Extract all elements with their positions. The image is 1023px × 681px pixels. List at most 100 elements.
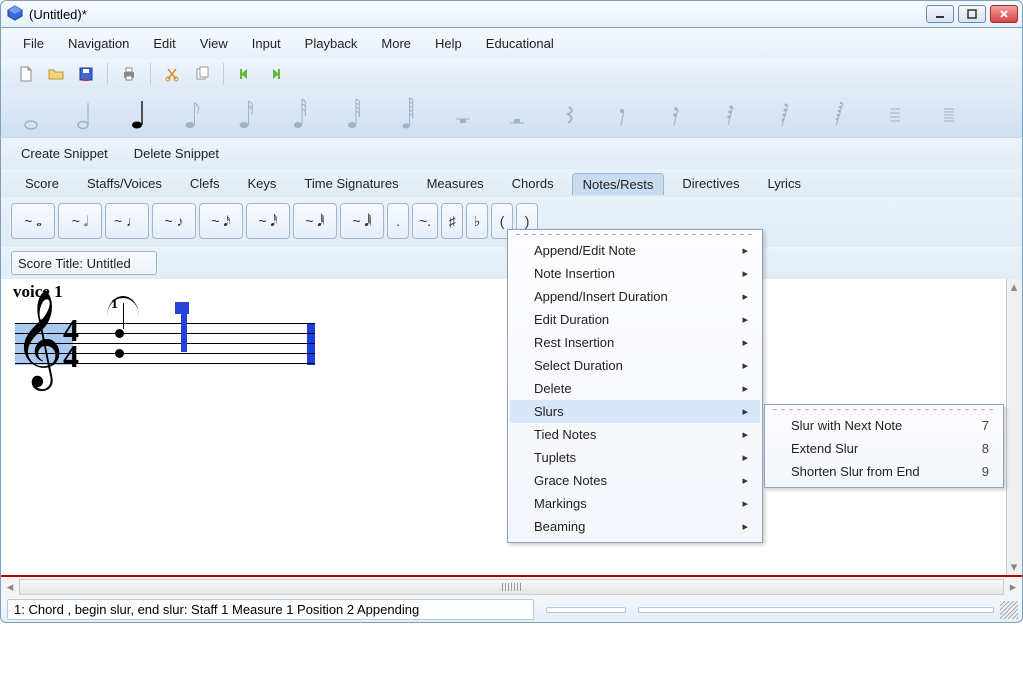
- menu-educational[interactable]: Educational: [478, 34, 562, 53]
- pal-whole[interactable]: ~ 𝅝: [11, 203, 55, 239]
- dur-rest-128th[interactable]: [829, 95, 853, 131]
- tab-directives[interactable]: Directives: [672, 173, 749, 195]
- dur-extra-2[interactable]: [937, 95, 961, 131]
- vertical-scrollbar[interactable]: ▴ ▾: [1006, 279, 1022, 575]
- dur-64th[interactable]: [343, 95, 367, 131]
- dur-rest-8th[interactable]: [613, 95, 637, 131]
- app-icon: [7, 5, 23, 24]
- insert-cursor-head[interactable]: [175, 302, 189, 314]
- tab-chords[interactable]: Chords: [502, 173, 564, 195]
- menu-delete[interactable]: Delete▸: [510, 377, 760, 400]
- menu-more[interactable]: More: [373, 34, 419, 53]
- tab-staffs-voices[interactable]: Staffs/Voices: [77, 173, 172, 195]
- pal-16th[interactable]: ~ 𝅘𝅥𝅯: [199, 203, 243, 239]
- tab-time-signatures[interactable]: Time Signatures: [294, 173, 408, 195]
- scroll-down-icon[interactable]: ▾: [1007, 559, 1021, 575]
- dur-128th[interactable]: [397, 95, 421, 131]
- window-title: (Untitled)*: [29, 7, 87, 22]
- minimize-button[interactable]: [926, 5, 954, 23]
- submenu-shortcut: 9: [982, 464, 989, 479]
- dur-rest-16th[interactable]: [667, 95, 691, 131]
- print-icon[interactable]: [118, 63, 140, 85]
- pal-half[interactable]: ~ 𝅗𝅥: [58, 203, 102, 239]
- cut-icon[interactable]: [161, 63, 183, 85]
- menu-select-duration[interactable]: Select Duration▸: [510, 354, 760, 377]
- staff[interactable]: 𝄞 4 4 1: [15, 305, 325, 385]
- submenu-slur-with-next[interactable]: Slur with Next Note 7: [767, 414, 1001, 437]
- create-snippet-button[interactable]: Create Snippet: [15, 144, 114, 163]
- menu-help[interactable]: Help: [427, 34, 470, 53]
- dur-16th[interactable]: [235, 95, 259, 131]
- save-file-icon[interactable]: [75, 63, 97, 85]
- submenu-shorten-slur[interactable]: Shorten Slur from End 9: [767, 460, 1001, 483]
- pal-eighth[interactable]: ~ ♪: [152, 203, 196, 239]
- menu-slurs[interactable]: Slurs▸: [510, 400, 760, 423]
- dur-rest-whole[interactable]: [451, 95, 475, 131]
- pal-tilde-dot[interactable]: ~.: [412, 203, 438, 239]
- pal-quarter[interactable]: ~ ♩: [105, 203, 149, 239]
- tab-measures[interactable]: Measures: [417, 173, 494, 195]
- pal-128th[interactable]: ~ 𝅘𝅥𝅲: [340, 203, 384, 239]
- tab-clefs[interactable]: Clefs: [180, 173, 230, 195]
- prev-icon[interactable]: [234, 63, 256, 85]
- maximize-button[interactable]: [958, 5, 986, 23]
- tab-lyrics[interactable]: Lyrics: [757, 173, 810, 195]
- tab-keys[interactable]: Keys: [238, 173, 287, 195]
- menu-markings[interactable]: Markings▸: [510, 492, 760, 515]
- copy-icon[interactable]: [191, 63, 213, 85]
- menu-playback[interactable]: Playback: [297, 34, 366, 53]
- menu-append-edit-note[interactable]: Append/Edit Note▸: [510, 239, 760, 262]
- menu-edit-duration[interactable]: Edit Duration▸: [510, 308, 760, 331]
- next-icon[interactable]: [264, 63, 286, 85]
- snippet-bar: Create Snippet Delete Snippet: [0, 137, 1023, 169]
- pal-flat[interactable]: ♭: [466, 203, 488, 239]
- dur-whole[interactable]: [19, 95, 43, 131]
- resize-grip-icon[interactable]: [1000, 601, 1018, 619]
- dur-eighth[interactable]: [181, 95, 205, 131]
- menu-edit[interactable]: Edit: [145, 34, 183, 53]
- submenu-shortcut: 8: [982, 441, 989, 456]
- note-head-2[interactable]: [115, 349, 124, 358]
- menu-file[interactable]: File: [15, 34, 52, 53]
- menu-note-insertion[interactable]: Note Insertion▸: [510, 262, 760, 285]
- note-head-1[interactable]: [115, 329, 124, 338]
- open-file-icon[interactable]: [45, 63, 67, 85]
- pal-32nd[interactable]: ~ 𝅘𝅥𝅰: [246, 203, 290, 239]
- horizontal-scrollbar[interactable]: [19, 579, 1004, 595]
- menu-tuplets[interactable]: Tuplets▸: [510, 446, 760, 469]
- dur-quarter[interactable]: [127, 95, 151, 131]
- score-title-input[interactable]: [11, 251, 157, 275]
- tab-notes-rests[interactable]: Notes/Rests: [572, 173, 665, 195]
- menu-navigation[interactable]: Navigation: [60, 34, 137, 53]
- new-file-icon[interactable]: [15, 63, 37, 85]
- title-bar: (Untitled)*: [0, 0, 1023, 28]
- menu-append-insert-duration[interactable]: Append/Insert Duration▸: [510, 285, 760, 308]
- menu-input[interactable]: Input: [244, 34, 289, 53]
- menu-grace-notes[interactable]: Grace Notes▸: [510, 469, 760, 492]
- pal-sharp[interactable]: ♯: [441, 203, 463, 239]
- menu-beaming[interactable]: Beaming▸: [510, 515, 760, 538]
- delete-snippet-button[interactable]: Delete Snippet: [128, 144, 225, 163]
- pal-64th[interactable]: ~ 𝅘𝅥𝅱: [293, 203, 337, 239]
- dur-32nd[interactable]: [289, 95, 313, 131]
- note-stem-1: [123, 303, 124, 329]
- scroll-left-icon[interactable]: ◂: [1, 579, 19, 595]
- slurs-submenu[interactable]: Slur with Next Note 7 Extend Slur 8 Shor…: [764, 404, 1004, 488]
- dur-rest-32nd[interactable]: [721, 95, 745, 131]
- dur-rest-64th[interactable]: [775, 95, 799, 131]
- pal-dot[interactable]: .: [387, 203, 409, 239]
- scroll-up-icon[interactable]: ▴: [1007, 279, 1021, 295]
- dur-rest-quarter[interactable]: [559, 95, 583, 131]
- menu-tied-notes[interactable]: Tied Notes▸: [510, 423, 760, 446]
- scroll-right-icon[interactable]: ▸: [1004, 579, 1022, 595]
- submenu-extend-slur[interactable]: Extend Slur 8: [767, 437, 1001, 460]
- menu-rest-insertion[interactable]: Rest Insertion▸: [510, 331, 760, 354]
- close-button[interactable]: [990, 5, 1018, 23]
- dur-rest-half[interactable]: [505, 95, 529, 131]
- hscroll-thumb[interactable]: [20, 580, 1003, 594]
- notes-rests-menu[interactable]: Append/Edit Note▸ Note Insertion▸ Append…: [507, 229, 763, 543]
- dur-extra-1[interactable]: [883, 95, 907, 131]
- tab-score[interactable]: Score: [15, 173, 69, 195]
- menu-view[interactable]: View: [192, 34, 236, 53]
- dur-half[interactable]: [73, 95, 97, 131]
